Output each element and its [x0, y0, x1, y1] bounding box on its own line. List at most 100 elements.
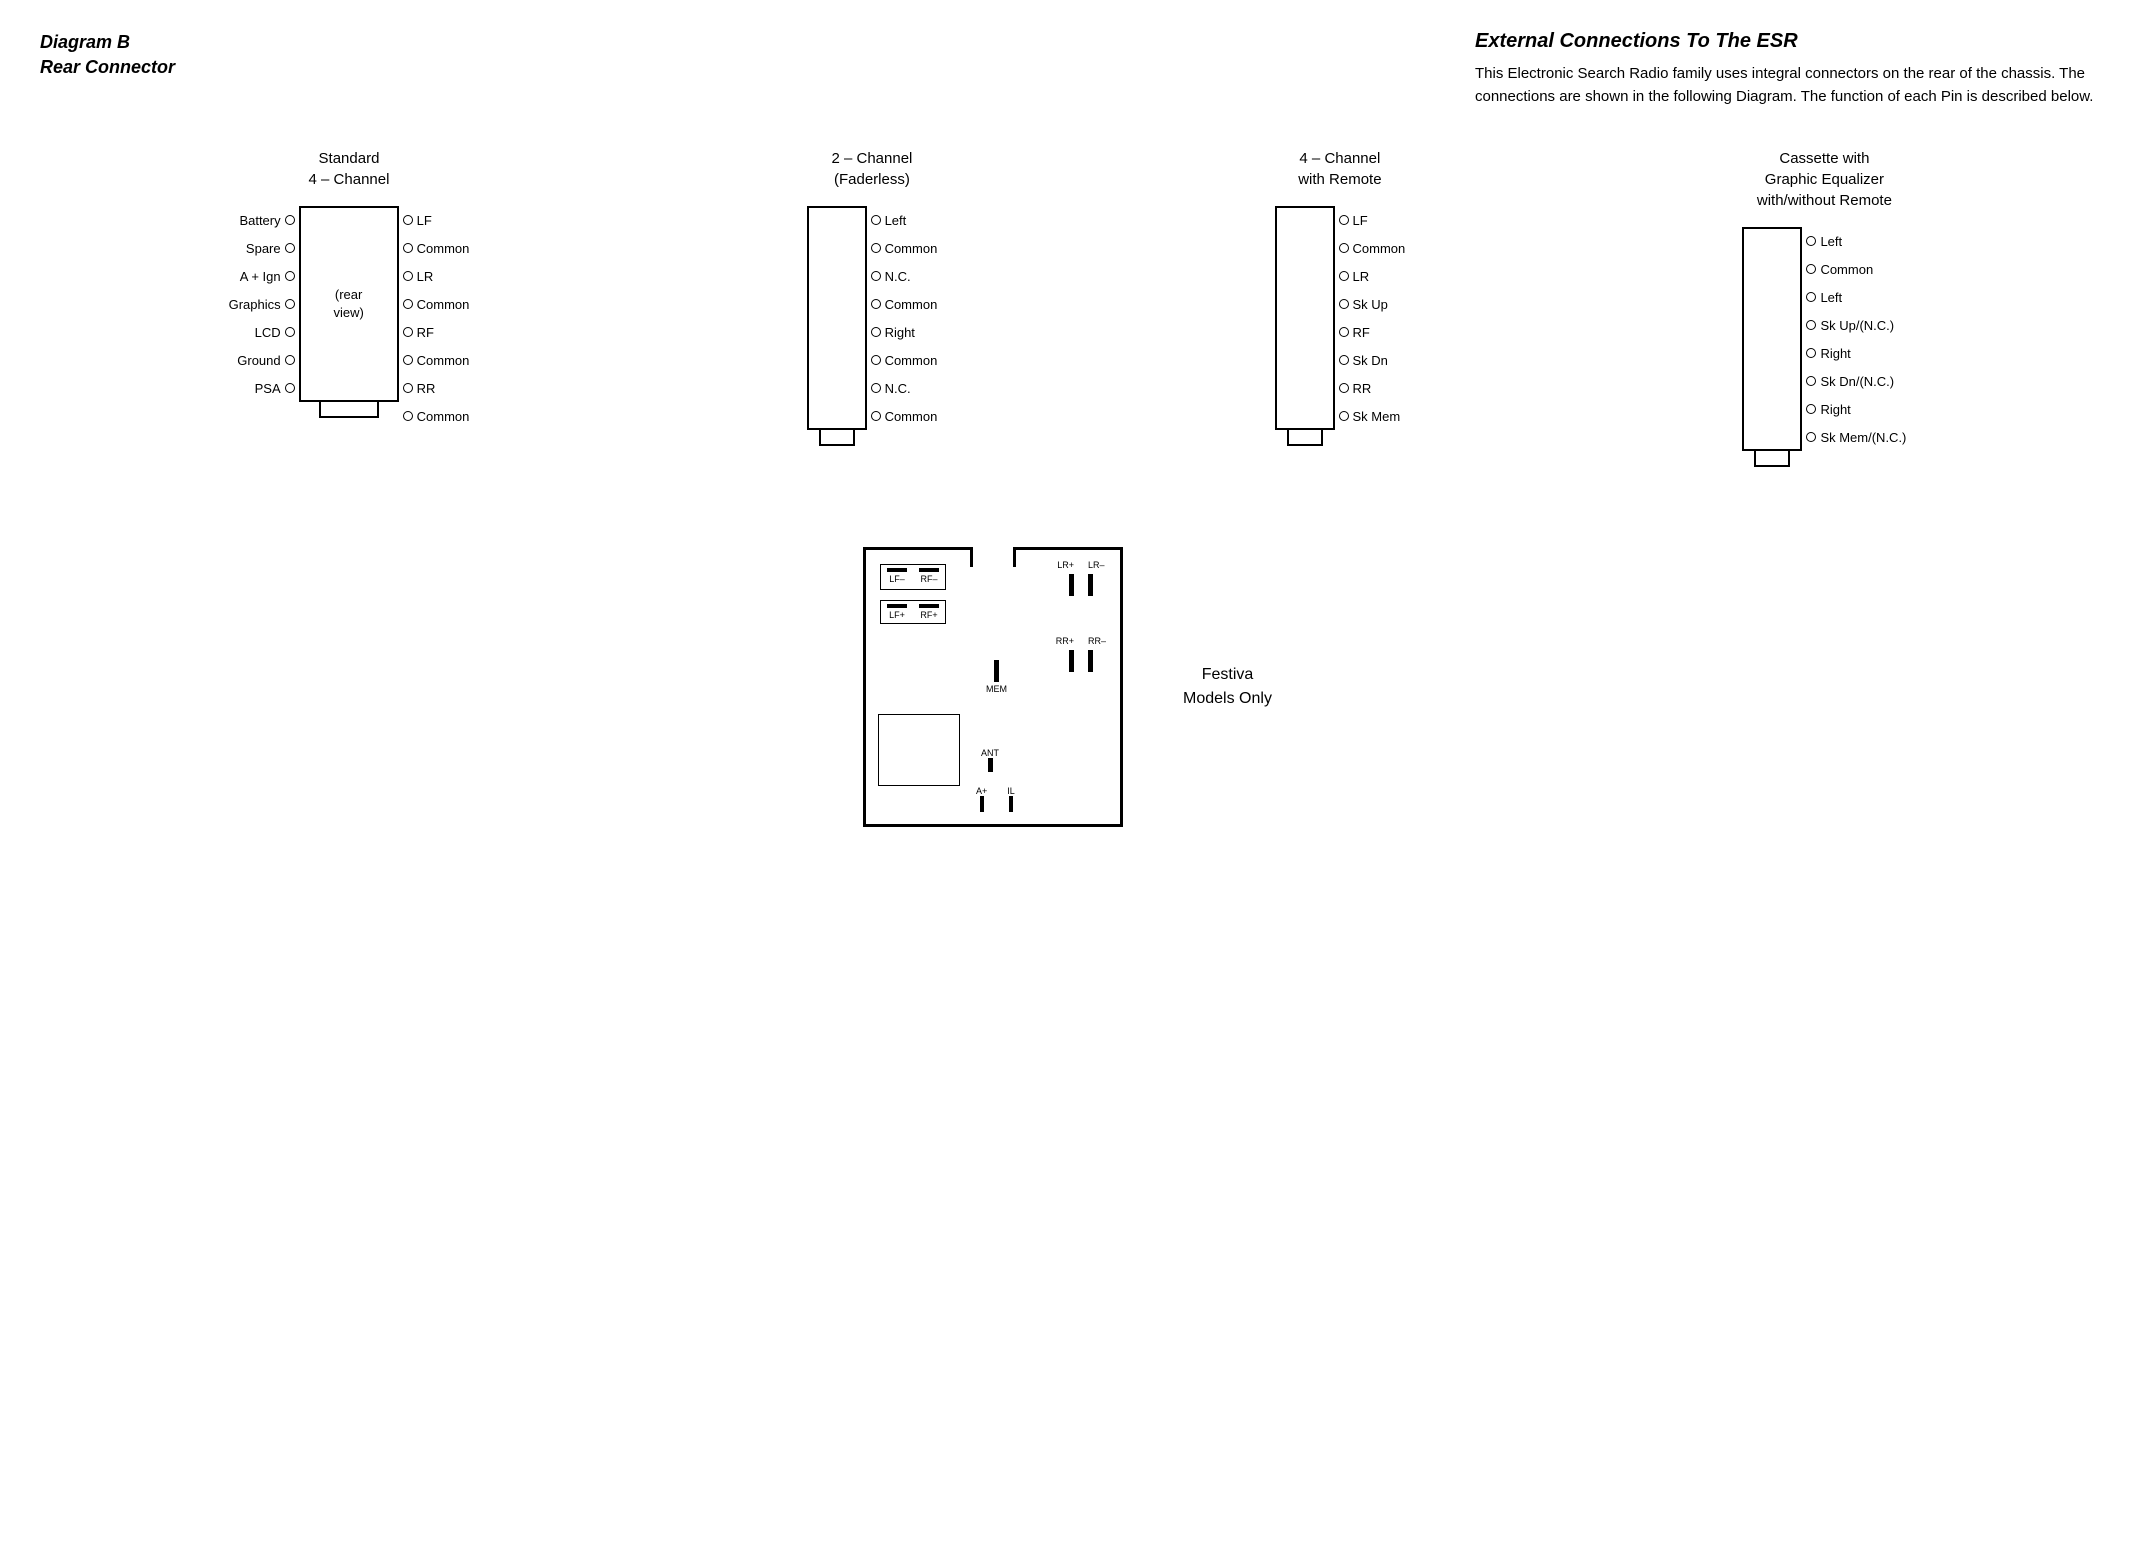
pin-dot — [285, 271, 295, 281]
list-item: LR — [1339, 262, 1370, 290]
list-item: Sk Up — [1339, 290, 1388, 318]
list-item: RF — [1339, 318, 1370, 346]
list-item: N.C. — [871, 262, 911, 290]
festiva-title: Festiva Models Only — [1183, 663, 1272, 711]
a-plus-label: A+ — [976, 786, 987, 796]
pin-dot — [1339, 327, 1349, 337]
pin-dot — [1806, 404, 1816, 414]
list-item: RR — [1339, 374, 1372, 402]
pin-dot — [1806, 376, 1816, 386]
ch2-box — [807, 206, 867, 430]
lr-minus-label: LR– — [1088, 560, 1105, 570]
pin-dot — [871, 243, 881, 253]
connector-cassette: Cassette with Graphic Equalizer with/wit… — [1742, 148, 1906, 467]
std4ch-box: (rearview) — [299, 206, 399, 402]
pin-dot — [1806, 320, 1816, 330]
pin-dot — [285, 327, 295, 337]
ant-label: ANT — [981, 748, 999, 758]
pin-dot — [403, 215, 413, 225]
cassette-right-labels: Left Common Left Sk Up/(N.C.) Right — [1806, 227, 1906, 451]
list-item: Common — [1339, 234, 1406, 262]
ext-connections-desc: This Electronic Search Radio family uses… — [1475, 63, 2095, 108]
connector-std4ch-title: Standard 4 – Channel — [309, 148, 390, 190]
connector-std4ch-diagram: Battery Spare A + Ign Graphics LCD — [229, 206, 470, 430]
festiva-diagram: LF– RF– LF+ — [863, 547, 1123, 827]
pin-dot — [285, 299, 295, 309]
pin-dot — [871, 355, 881, 365]
rr-minus-label: RR– — [1088, 636, 1106, 646]
ch2-tab — [819, 430, 855, 446]
pin-dot — [403, 271, 413, 281]
list-item: Sk Mem/(N.C.) — [1806, 423, 1906, 451]
connector-ch4r-diagram: LF Common LR Sk Up RF — [1275, 206, 1406, 446]
pin-dot — [403, 383, 413, 393]
connector-ch2-title: 2 – Channel (Faderless) — [831, 148, 912, 190]
pin-dot — [871, 327, 881, 337]
list-item: RF — [403, 318, 434, 346]
list-item: LCD — [255, 318, 295, 346]
pin-dot — [871, 271, 881, 281]
pin-dot — [1806, 236, 1816, 246]
pin-dot — [1806, 292, 1816, 302]
list-item: Spare — [246, 234, 295, 262]
ch4r-tab — [1287, 430, 1323, 446]
lf-minus-label: LF– — [889, 574, 905, 584]
std4ch-tab — [319, 402, 379, 418]
std4ch-right-labels: LF Common LR Common RF — [403, 206, 470, 430]
list-item: Graphics — [229, 290, 295, 318]
list-item: Common — [871, 290, 938, 318]
pin-dot — [403, 327, 413, 337]
pin-dot — [285, 355, 295, 365]
cassette-tab — [1754, 451, 1790, 467]
list-item: PSA — [255, 374, 295, 402]
ext-connections-title: External Connections To The ESR — [1475, 30, 2095, 53]
pin-dot — [1339, 383, 1349, 393]
pin-dot — [285, 383, 295, 393]
cassette-box — [1742, 227, 1802, 451]
pin-dot — [1339, 243, 1349, 253]
list-item: A + Ign — [240, 262, 295, 290]
list-item: Common — [403, 234, 470, 262]
festiva-area: LF– RF– LF+ — [40, 547, 2095, 827]
connector-ch2-diagram: Left Common N.C. Common Right — [807, 206, 938, 446]
ch4r-right-labels: LF Common LR Sk Up RF — [1339, 206, 1406, 430]
list-item: N.C. — [871, 374, 911, 402]
pin-dot — [871, 383, 881, 393]
il-label: IL — [1007, 786, 1015, 796]
lr-plus-label: LR+ — [1057, 560, 1074, 570]
list-item: Sk Up/(N.C.) — [1806, 311, 1894, 339]
std4ch-inner-label: (rearview) — [333, 286, 363, 322]
list-item: LR — [403, 262, 434, 290]
connector-ch4r-title: 4 – Channel with Remote — [1298, 148, 1381, 190]
list-item: Common — [403, 346, 470, 374]
std4ch-left-labels: Battery Spare A + Ign Graphics LCD — [229, 206, 295, 402]
ch4r-box — [1275, 206, 1335, 430]
pin-dot — [871, 299, 881, 309]
pin-dot — [1339, 411, 1349, 421]
list-item: Common — [871, 234, 938, 262]
std4ch-box-wrapper: (rearview) — [299, 206, 399, 418]
pin-dot — [285, 243, 295, 253]
connector-cassette-diagram: Left Common Left Sk Up/(N.C.) Right — [1742, 227, 1906, 467]
pin-dot — [1339, 271, 1349, 281]
rf-minus-label: RF– — [921, 574, 938, 584]
ch2-box-wrapper — [807, 206, 867, 446]
list-item: Common — [1806, 255, 1873, 283]
ext-connections-section: External Connections To The ESR This Ele… — [1475, 30, 2095, 108]
pin-dot — [1339, 215, 1349, 225]
pin-dot — [871, 215, 881, 225]
list-item: Right — [1806, 395, 1850, 423]
connector-std4ch: Standard 4 – Channel Battery Spare A + I… — [229, 148, 470, 430]
pin-dot — [1806, 348, 1816, 358]
festiva-inner: LF– RF– LF+ — [866, 550, 1120, 824]
cassette-box-wrapper — [1742, 227, 1802, 467]
list-item: Right — [1806, 339, 1850, 367]
festiva-outer-box: LF– RF– LF+ — [863, 547, 1123, 827]
list-item: Battery — [239, 206, 294, 234]
connector-cassette-title: Cassette with Graphic Equalizer with/wit… — [1757, 148, 1892, 211]
list-item: Left — [1806, 283, 1842, 311]
list-item: RR — [403, 374, 436, 402]
pin-dot — [1339, 299, 1349, 309]
connectors-area: Standard 4 – Channel Battery Spare A + I… — [40, 148, 2095, 467]
list-item: Common — [403, 402, 470, 430]
